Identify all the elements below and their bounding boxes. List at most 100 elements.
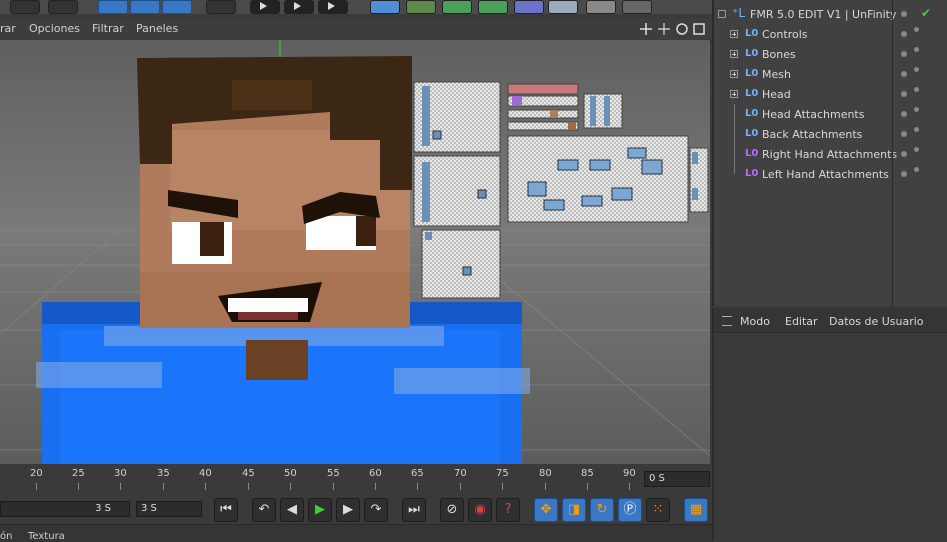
move-tool-button[interactable]	[98, 0, 128, 14]
timeline-window-button[interactable]: ▦	[684, 498, 708, 522]
spline-button[interactable]	[406, 0, 436, 14]
menu-function[interactable]: ón	[0, 531, 12, 542]
deformer-button[interactable]	[514, 0, 544, 14]
preview-end-field[interactable]: 3 S	[136, 501, 202, 517]
rotate-view-icon[interactable]	[676, 23, 688, 35]
maximize-view-icon[interactable]	[693, 23, 705, 35]
nurbs-button[interactable]	[442, 0, 472, 14]
object-row[interactable]: L0 Left Hand Attachments	[714, 164, 947, 184]
menu-cameras[interactable]: rar	[0, 22, 16, 35]
visibility-editor-dot[interactable]	[901, 51, 907, 57]
visibility-editor-dot[interactable]	[901, 31, 907, 37]
visibility-render-dot[interactable]	[914, 87, 919, 92]
visibility-render-dot[interactable]	[914, 47, 919, 52]
coordinate-button[interactable]	[206, 0, 236, 14]
array-button[interactable]	[478, 0, 508, 14]
skip-forward-icon: ⏭	[408, 502, 420, 517]
playback-bar: 3 S 3 S ⏮ ↶ ◀ ▶ ▶ ↷ ⏭ ⊘ ◉ ? ✥ ◨ ↻ Ⓟ ⁙ ▦	[0, 496, 710, 524]
preview-start-value: 3 S	[95, 503, 111, 514]
undo-button[interactable]	[10, 0, 40, 14]
visibility-render-dot[interactable]	[914, 147, 919, 152]
next-key-button[interactable]: ↷	[364, 498, 388, 522]
render-picture-button[interactable]	[284, 0, 314, 14]
timeline-tick: 80	[539, 468, 552, 479]
attribute-menu-bar: Modo Editar Datos de Usuario	[714, 308, 947, 333]
go-to-end-button[interactable]: ⏭	[402, 498, 426, 522]
camera-button[interactable]	[586, 0, 616, 14]
object-row-root[interactable]: ⁺L FMR 5.0 EDIT V1 | UnFinity ✔	[714, 4, 947, 24]
visibility-editor-dot[interactable]	[901, 131, 907, 137]
menu-options[interactable]: Opciones	[29, 22, 80, 35]
visibility-editor-dot[interactable]	[901, 71, 907, 77]
current-frame-field[interactable]: 0 S	[644, 471, 710, 487]
visibility-render-dot[interactable]	[914, 107, 919, 112]
zoom-view-icon[interactable]	[658, 23, 670, 35]
menu-filter[interactable]: Filtrar	[92, 22, 124, 35]
light-button[interactable]	[622, 0, 652, 14]
object-row[interactable]: L0 Mesh	[714, 64, 947, 84]
scene-button[interactable]	[548, 0, 578, 14]
rotate-tool-button[interactable]	[162, 0, 192, 14]
timeline-ruler[interactable]: 20 25 30 35 40 45 50 55 60 65 70 75 80 8…	[0, 464, 710, 496]
visibility-render-dot[interactable]	[914, 27, 919, 32]
null-object-icon: L0	[745, 28, 759, 39]
timeline-tick-mark	[417, 483, 418, 490]
enabled-check-icon[interactable]: ✔	[921, 6, 931, 20]
position-key-button[interactable]: ✥	[534, 498, 558, 522]
visibility-editor-dot[interactable]	[901, 171, 907, 177]
timeline-tick: 65	[411, 468, 424, 479]
keyframe-selection-button[interactable]: ?	[496, 498, 520, 522]
null-object-icon: L0	[745, 88, 759, 99]
timeline-tick: 45	[242, 468, 255, 479]
3d-viewport[interactable]	[0, 40, 710, 464]
timeline-tick-mark	[205, 483, 206, 490]
expand-icon[interactable]	[730, 30, 738, 38]
previous-frame-button[interactable]: ◀	[280, 498, 304, 522]
next-frame-button[interactable]: ▶	[336, 498, 360, 522]
preview-start-slider[interactable]: 3 S	[0, 501, 130, 517]
point-level-button[interactable]: ⁙	[646, 498, 670, 522]
scale-tool-button[interactable]	[130, 0, 160, 14]
menu-panels[interactable]: Paneles	[136, 22, 178, 35]
timeline-tick: 60	[369, 468, 382, 479]
expand-icon[interactable]	[730, 70, 738, 78]
rotation-key-button[interactable]: ↻	[590, 498, 614, 522]
previous-key-button[interactable]: ↶	[252, 498, 276, 522]
visibility-editor-dot[interactable]	[901, 91, 907, 97]
menu-texture[interactable]: Textura	[28, 531, 65, 542]
autokey-button[interactable]: ◉	[468, 498, 492, 522]
render-settings-button[interactable]	[318, 0, 348, 14]
visibility-render-dot[interactable]	[914, 167, 919, 172]
visibility-editor-dot[interactable]	[901, 111, 907, 117]
object-row[interactable]: L0 Back Attachments	[714, 124, 947, 144]
visibility-editor-dot[interactable]	[901, 11, 907, 17]
parameter-key-button[interactable]: Ⓟ	[618, 498, 642, 522]
object-row[interactable]: L0 Controls	[714, 24, 947, 44]
visibility-render-dot[interactable]	[914, 127, 919, 132]
play-button[interactable]: ▶	[308, 498, 332, 522]
record-keys-button[interactable]: ⊘	[440, 498, 464, 522]
scale-key-button[interactable]: ◨	[562, 498, 586, 522]
object-row[interactable]: L0 Bones	[714, 44, 947, 64]
collapse-icon[interactable]	[718, 10, 726, 18]
cube-button[interactable]	[370, 0, 400, 14]
menu-mode[interactable]: Modo	[740, 315, 770, 328]
object-row[interactable]: L0 Head Attachments	[714, 104, 947, 124]
menu-grip-icon[interactable]	[722, 316, 732, 326]
play-icon: ▶	[315, 502, 325, 517]
visibility-editor-dot[interactable]	[901, 151, 907, 157]
object-row[interactable]: L0 Head	[714, 84, 947, 104]
move-view-icon[interactable]	[640, 23, 652, 35]
column-divider[interactable]	[892, 0, 893, 306]
null-object-icon: ⁺L	[732, 6, 746, 20]
render-view-button[interactable]	[250, 0, 280, 14]
visibility-render-dot[interactable]	[914, 67, 919, 72]
menu-user-data[interactable]: Datos de Usuario	[829, 315, 924, 328]
expand-icon[interactable]	[730, 90, 738, 98]
expand-icon[interactable]	[730, 50, 738, 58]
go-to-start-button[interactable]: ⏮	[214, 498, 238, 522]
menu-edit[interactable]: Editar	[785, 315, 818, 328]
object-row[interactable]: L0 Right Hand Attachments	[714, 144, 947, 164]
move-icon: ✥	[540, 502, 552, 517]
cursor-button[interactable]	[48, 0, 78, 14]
